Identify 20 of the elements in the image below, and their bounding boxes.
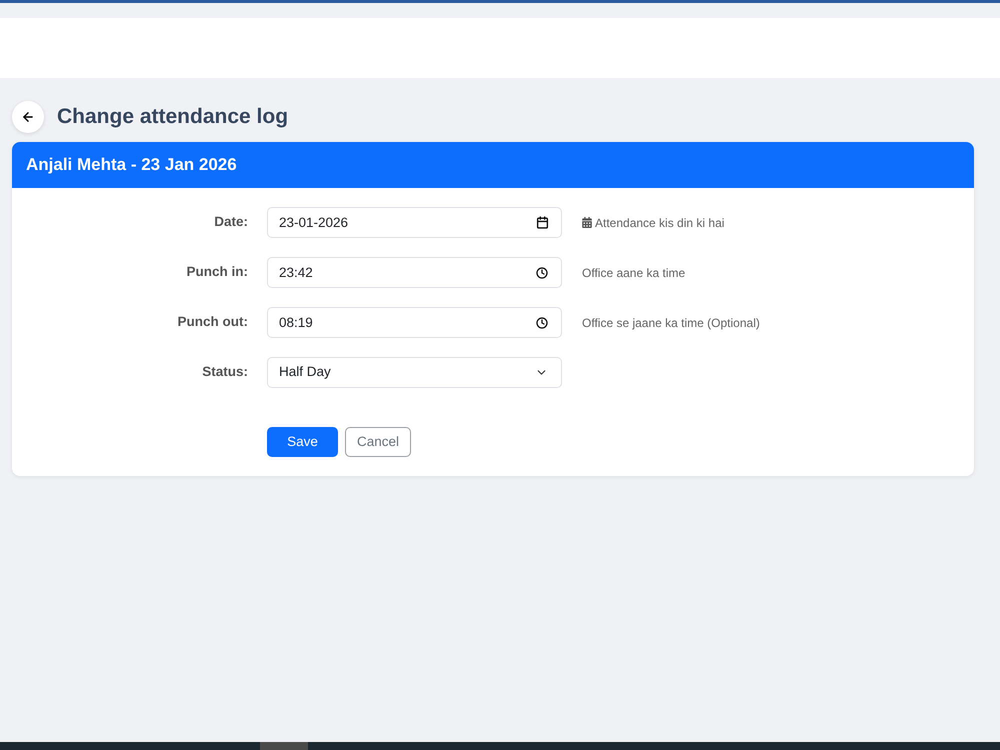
time-field[interactable]: 23:42 [267,257,562,288]
save-button[interactable]: Save [267,427,338,457]
help-text: Office aane ka time [582,264,686,282]
page-title: Change attendance log [57,104,288,130]
date-field[interactable]: 23-01-2026 [267,207,562,238]
field-label: Status: [202,363,248,382]
status-select[interactable]: Half Day [267,357,562,388]
help-text: Office se jaane ka time (Optional) [582,314,760,332]
clock-icon[interactable] [536,316,548,328]
card-title: Anjali Mehta - 23 Jan 2026 [26,154,237,176]
cancel-button[interactable]: Cancel [345,427,411,457]
field-label: Punch in: [186,263,248,282]
field-label: Punch out: [178,313,248,332]
calendar-icon[interactable] [536,216,549,229]
back-arrow-icon [21,110,35,124]
back-button[interactable] [12,101,44,133]
help-text: Attendance kis din ki hai [595,214,724,232]
time-field[interactable]: 08:19 [267,307,562,338]
clock-icon[interactable] [536,266,548,278]
field-label: Date: [214,213,248,232]
